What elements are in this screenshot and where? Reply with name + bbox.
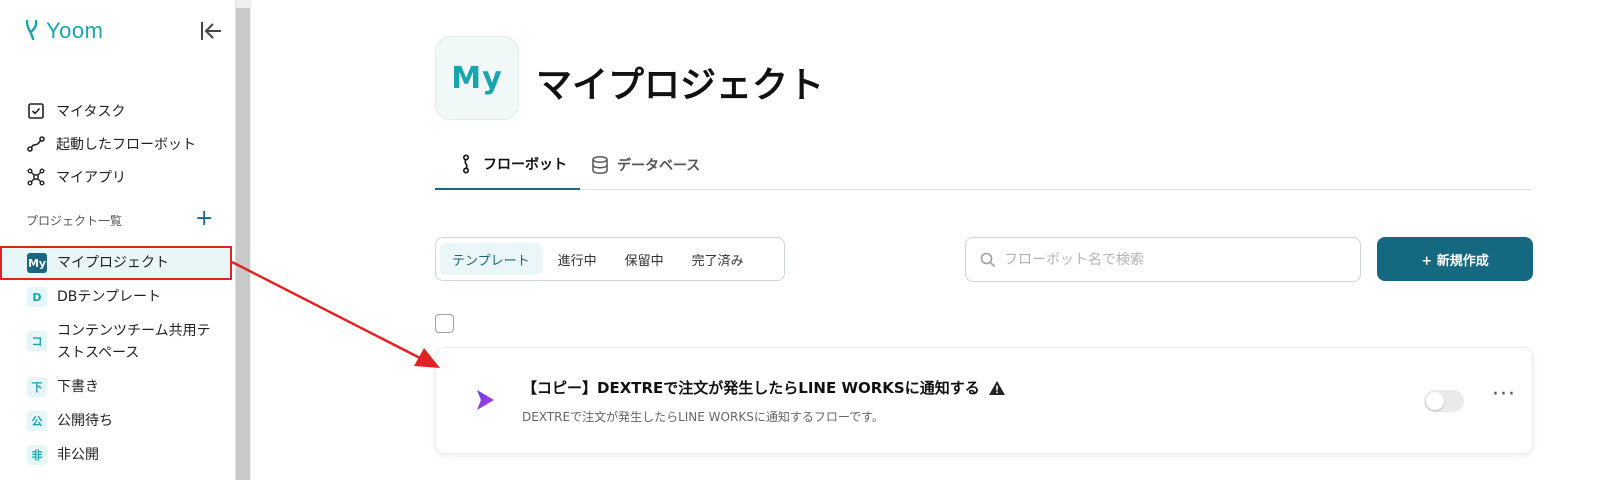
toggle-knob (1426, 392, 1444, 410)
dextre-app-icon (477, 390, 494, 410)
apps-icon (27, 168, 45, 185)
app-name: Yoom (46, 18, 104, 43)
filter-in-progress[interactable]: 進行中 (546, 243, 609, 275)
page-title: マイプロジェクト (536, 65, 825, 106)
project-badge: D (27, 287, 47, 307)
tab-label: フローボット (483, 157, 567, 173)
tab-label: データベース (617, 158, 701, 174)
project-badge: 公 (27, 411, 47, 431)
project-label: 下書き (57, 379, 99, 395)
sidebar-nav: マイタスク 起動したフローボット マイアプリ (26, 94, 196, 193)
checkbox-icon (28, 102, 44, 119)
tab-flowbot[interactable]: フローボット (435, 140, 580, 190)
warning-icon (988, 380, 1005, 395)
nav-item-my-tasks[interactable]: マイタスク (26, 94, 196, 127)
more-options-icon[interactable]: ··· (1492, 384, 1516, 406)
filter-completed[interactable]: 完了済み (680, 243, 756, 275)
filter-on-hold[interactable]: 保留中 (613, 243, 676, 275)
flowbot-card[interactable]: 【コピー】DEXTREで注文が発生したらLINE WORKSに通知する DEXT… (435, 347, 1533, 454)
tab-bar: フローボット データベース (435, 140, 1533, 190)
nav-item-label: マイアプリ (56, 169, 126, 186)
nav-item-launched-flows[interactable]: 起動したフローボット (26, 127, 196, 160)
search-input[interactable] (1004, 251, 1344, 268)
tab-database[interactable]: データベース (591, 140, 700, 190)
project-item-private[interactable]: 非 非公開 (0, 438, 232, 472)
project-badge: 下 (27, 377, 47, 397)
flowbot-icon (463, 154, 470, 174)
new-flowbot-button[interactable]: + 新規作成 (1377, 237, 1533, 281)
filter-template[interactable]: テンプレート (440, 243, 542, 275)
project-label: マイプロジェクト (57, 255, 169, 271)
project-item-db-template[interactable]: D DBテンプレート (0, 280, 232, 314)
project-badge: コ (27, 331, 47, 351)
add-project-button[interactable]: + (195, 208, 213, 230)
nav-item-label: マイタスク (56, 103, 126, 120)
nav-item-my-apps[interactable]: マイアプリ (26, 160, 196, 193)
flowbot-search (965, 237, 1361, 282)
database-icon (592, 155, 608, 175)
sidebar: Yoom マイタスク 起動したフローボット マイアプリ プロジェクト一覧 + M… (0, 0, 235, 480)
flow-icon (27, 135, 45, 152)
yoom-logo[interactable]: Yoom (24, 18, 103, 44)
search-icon (980, 252, 996, 267)
projects-section-title: プロジェクト一覧 (26, 214, 123, 228)
flowbot-title-row: 【コピー】DEXTREで注文が発生したらLINE WORKSに通知する (522, 377, 1006, 398)
project-label: コンテンツチーム共用テストスペース (57, 323, 211, 361)
main-content: My マイプロジェクト フローボット データベース テンプレート 進行中 保留中… (252, 0, 1600, 480)
project-badge: My (27, 253, 47, 273)
select-all-checkbox[interactable] (435, 314, 454, 333)
sidebar-scrollbar-thumb[interactable] (236, 8, 250, 480)
collapse-sidebar-button[interactable] (198, 18, 224, 44)
project-badge: 非 (27, 445, 47, 465)
collapse-icon (201, 22, 221, 40)
project-label: 非公開 (57, 447, 99, 463)
yoom-logo-icon (25, 19, 38, 41)
project-list: My マイプロジェクト D DBテンプレート コ コンテンツチーム共用テストスペ… (0, 246, 232, 472)
project-item-draft[interactable]: 下 下書き (0, 370, 232, 404)
flowbot-enable-toggle[interactable] (1424, 390, 1464, 412)
project-label: 公開待ち (57, 413, 113, 429)
flowbot-title: 【コピー】DEXTREで注文が発生したらLINE WORKSに通知する (522, 379, 980, 397)
status-filter: テンプレート 進行中 保留中 完了済み (435, 237, 785, 281)
project-label: DBテンプレート (57, 289, 161, 305)
project-item-my-project[interactable]: My マイプロジェクト (0, 246, 232, 280)
nav-item-label: 起動したフローボット (56, 136, 196, 153)
flowbot-description: DEXTREで注文が発生したらLINE WORKSに通知するフローです。 (522, 410, 884, 424)
project-item-content-team[interactable]: コ コンテンツチーム共用テストスペース (0, 314, 232, 370)
project-icon: My (435, 36, 519, 120)
project-item-pending-publish[interactable]: 公 公開待ち (0, 404, 232, 438)
